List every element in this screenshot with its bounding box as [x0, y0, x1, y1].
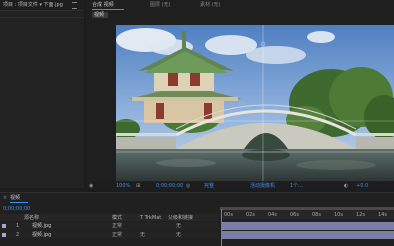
viewer-toolbar: ◉ 100% ⊞ 0;00;00;00 ◎ 完整 活动摄像机 1个... ◐ +…	[86, 182, 394, 190]
time-ruler[interactable]: 00s 02s 04s 06s 08s 10s 12s 14s	[220, 207, 394, 219]
ruler-tick-label: 12s	[356, 212, 365, 218]
layer-parent[interactable]: 无	[176, 232, 181, 238]
layer-row[interactable]: 2 视频.jpg 正常 无 无	[0, 231, 218, 239]
composition-viewer[interactable]	[116, 25, 394, 181]
timeline-tab[interactable]: 视频	[10, 195, 20, 201]
camera-icon[interactable]: ◎	[186, 183, 190, 189]
layer-row[interactable]: 1 视频.jpg 正常 无	[0, 222, 218, 230]
ruler-tick-label: 14s	[378, 212, 387, 218]
camera-select[interactable]: 活动摄像机	[250, 183, 275, 189]
layer-trkmat[interactable]: 无	[140, 232, 145, 238]
ruler-tick-label: 08s	[312, 212, 321, 218]
quality-select[interactable]: 完整	[204, 183, 214, 189]
timeline-panel: × 视频 0;00;00;00 源名称 模式 T TrkMat 父级和链接 1 …	[0, 192, 394, 246]
layer-label-color[interactable]	[2, 233, 6, 237]
timeline-timecode[interactable]: 0;00;00;00	[3, 206, 30, 212]
layer-parent[interactable]: 无	[176, 223, 181, 229]
tab-composition[interactable]: 合成 视频	[92, 2, 114, 8]
project-tab[interactable]: 项目 : 项目文件 ▾ 下面.jpg	[3, 2, 63, 8]
layer-duration-bar[interactable]	[222, 231, 394, 239]
column-parent[interactable]: 父级和链接	[168, 215, 193, 221]
tab-layer[interactable]: 图层 (无)	[150, 2, 171, 8]
grid-icon[interactable]: ⊞	[136, 183, 140, 189]
project-panel: 项目 : 项目文件 ▾ 下面.jpg	[0, 0, 84, 188]
timecode-display[interactable]: 0;00;00;00	[156, 183, 183, 189]
composition-sub-tab[interactable]: 视频	[92, 12, 108, 18]
timeline-tab-underline	[10, 202, 28, 203]
layer-duration-bar[interactable]	[222, 222, 394, 230]
work-area-bar[interactable]	[220, 207, 394, 210]
timeline-close-icon[interactable]: ×	[3, 195, 7, 201]
sub-tab-label: 视频	[94, 12, 105, 18]
layer-label-color[interactable]	[2, 224, 6, 228]
layer-mode[interactable]: 正常	[112, 223, 122, 229]
views-select[interactable]: 1个...	[290, 183, 303, 189]
layer-number: 2	[16, 232, 20, 238]
exposure-value[interactable]: +0.0	[356, 183, 368, 189]
panel-divider	[0, 17, 84, 18]
column-trkmat[interactable]: T TrkMat	[140, 215, 161, 221]
snapshot-icon[interactable]: ◉	[89, 183, 93, 189]
zoom-select[interactable]: 100%	[116, 183, 130, 189]
ruler-tick-label: 02s	[246, 212, 255, 218]
layer-mode[interactable]: 正常	[112, 232, 122, 238]
layer-column-header: 源名称 模式 T TrkMat 父级和链接	[0, 214, 218, 221]
scene-image	[116, 25, 394, 181]
exposure-icon[interactable]: ◐	[344, 183, 348, 189]
tab-footage[interactable]: 素材 (无)	[200, 2, 221, 8]
layer-name[interactable]: 视频.jpg	[32, 223, 51, 229]
menu-icon[interactable]	[72, 2, 77, 9]
ruler-tick-label: 06s	[290, 212, 299, 218]
column-mode[interactable]: 模式	[112, 215, 122, 221]
layer-name[interactable]: 视频.jpg	[32, 232, 51, 238]
active-tab-underline	[92, 9, 124, 10]
layer-number: 1	[16, 223, 20, 229]
ruler-tick-label: 04s	[268, 212, 277, 218]
ruler-tick-label: 00s	[224, 212, 233, 218]
column-source-name[interactable]: 源名称	[24, 215, 39, 221]
ruler-tick-label: 10s	[334, 212, 343, 218]
